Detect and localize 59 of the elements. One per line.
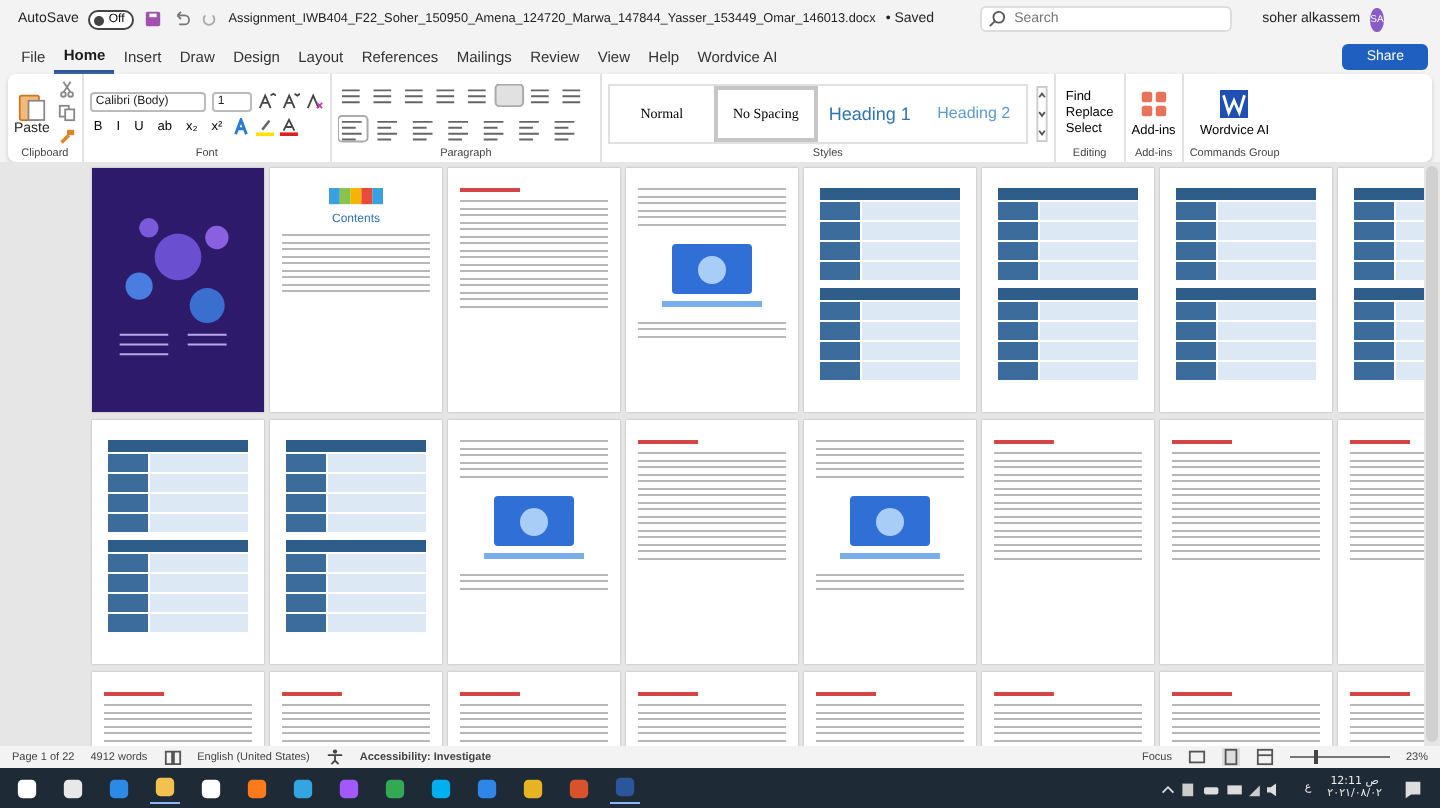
page-thumbnail[interactable] [1160, 420, 1332, 664]
search-icon [988, 10, 1007, 28]
table-drawing [998, 188, 1138, 280]
undo-icon[interactable] [172, 10, 191, 28]
read-mode-icon[interactable] [1187, 748, 1206, 766]
grow-font-icon[interactable] [257, 92, 276, 110]
vertical-scrollbar[interactable] [1426, 166, 1438, 742]
heading-mark [460, 692, 520, 696]
accessibility-icon[interactable] [325, 748, 344, 766]
highlighter-icon[interactable] [256, 117, 275, 135]
copy-icon[interactable] [57, 104, 76, 122]
table-drawing [286, 540, 426, 632]
table-drawing [820, 288, 960, 380]
heading-mark [282, 692, 342, 696]
heading-mark [994, 692, 1054, 696]
table-drawing [108, 540, 248, 632]
heading-mark [1172, 440, 1232, 444]
text-effect-icon[interactable] [232, 117, 251, 135]
page-thumbnail[interactable] [448, 420, 620, 664]
heading-mark [638, 692, 698, 696]
heading-mark [994, 440, 1054, 444]
table-drawing [820, 188, 960, 280]
page-thumbnail[interactable] [804, 420, 976, 664]
clipboard-icon[interactable] [17, 90, 46, 122]
scissors-icon[interactable] [57, 80, 76, 98]
table-drawing [998, 288, 1138, 380]
clear-format-icon[interactable] [305, 92, 324, 110]
table-drawing [286, 440, 426, 532]
page-thumbnail[interactable] [92, 420, 264, 664]
page-thumbnail[interactable] [626, 420, 798, 664]
shrink-font-icon[interactable] [281, 92, 300, 110]
table-drawing [1176, 288, 1316, 380]
heading-mark [1350, 440, 1410, 444]
page-thumbnail[interactable] [804, 168, 976, 412]
heading-mark [104, 692, 164, 696]
page-thumbnail[interactable] [982, 420, 1154, 664]
heading-mark [1350, 692, 1410, 696]
page-thumbnail[interactable] [626, 168, 798, 412]
add-ins-icon[interactable] [1139, 88, 1168, 120]
heading-mark [816, 692, 876, 696]
save-icon[interactable] [144, 10, 163, 28]
page-thumbnail[interactable] [982, 168, 1154, 412]
heading-mark [638, 440, 698, 444]
brush-icon[interactable] [57, 128, 76, 146]
gallery-scroll-icon[interactable] [1035, 85, 1048, 141]
wordvice-logo-icon[interactable] [1220, 88, 1249, 120]
book-icon[interactable] [163, 748, 182, 766]
table-drawing [108, 440, 248, 532]
page-thumbnail[interactable] [270, 420, 442, 664]
font-color-icon[interactable] [280, 117, 299, 135]
page-thumbnail[interactable] [1160, 168, 1332, 412]
heading-mark [1172, 692, 1232, 696]
page-thumbnail[interactable] [92, 168, 264, 412]
table-drawing [1176, 188, 1316, 280]
print-layout-icon[interactable] [1221, 748, 1240, 766]
page-thumbnail[interactable] [448, 168, 620, 412]
heading-mark [460, 188, 520, 192]
web-layout-icon[interactable] [1255, 748, 1274, 766]
colorful-logo-icon [328, 188, 384, 206]
